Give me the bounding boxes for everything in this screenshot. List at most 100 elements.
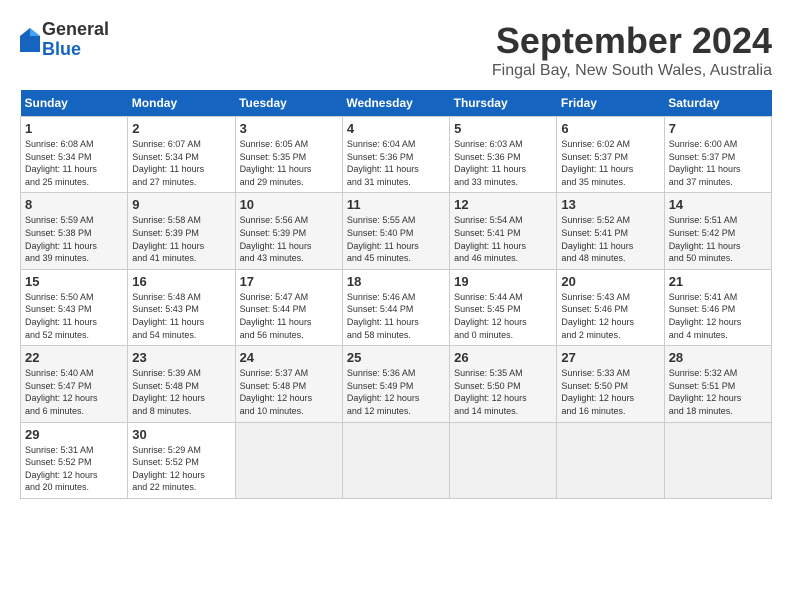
day-detail: Sunrise: 5:47 AM Sunset: 5:44 PM Dayligh… [240, 291, 338, 341]
day-number: 2 [132, 121, 230, 136]
page-subtitle: Fingal Bay, New South Wales, Australia [492, 62, 772, 80]
col-friday: Friday [557, 90, 664, 117]
table-row: 18 Sunrise: 5:46 AM Sunset: 5:44 PM Dayli… [342, 269, 449, 345]
table-row: 29Sunrise: 5:31 AM Sunset: 5:52 PM Dayli… [21, 422, 128, 498]
table-row: 17 Sunrise: 5:47 AM Sunset: 5:44 PM Dayli… [235, 269, 342, 345]
table-row: 8 Sunrise: 5:59 AM Sunset: 5:38 PM Daylig… [21, 193, 128, 269]
day-number: 27 [561, 350, 659, 365]
calendar-row: 8 Sunrise: 5:59 AM Sunset: 5:38 PM Daylig… [21, 193, 772, 269]
col-tuesday: Tuesday [235, 90, 342, 117]
day-number: 12 [454, 197, 552, 212]
day-number: 21 [669, 274, 767, 289]
day-number: 10 [240, 197, 338, 212]
table-row: 2 Sunrise: 6:07 AM Sunset: 5:34 PM Daylig… [128, 117, 235, 193]
day-number: 4 [347, 121, 445, 136]
day-number: 15 [25, 274, 123, 289]
calendar-row: 15 Sunrise: 5:50 AM Sunset: 5:43 PM Dayli… [21, 269, 772, 345]
day-detail: Sunrise: 6:05 AM Sunset: 5:35 PM Dayligh… [240, 138, 338, 188]
table-row [664, 422, 771, 498]
day-detail: Sunrise: 5:59 AM Sunset: 5:38 PM Dayligh… [25, 214, 123, 264]
day-detail: Sunrise: 6:04 AM Sunset: 5:36 PM Dayligh… [347, 138, 445, 188]
table-row: 3Sunrise: 6:05 AM Sunset: 5:35 PM Daylig… [235, 117, 342, 193]
table-row: 28 Sunrise: 5:32 AM Sunset: 5:51 PM Dayli… [664, 346, 771, 422]
calendar-row: 29Sunrise: 5:31 AM Sunset: 5:52 PM Dayli… [21, 422, 772, 498]
day-detail: Sunrise: 5:33 AM Sunset: 5:50 PM Dayligh… [561, 367, 659, 417]
day-detail: Sunrise: 5:58 AM Sunset: 5:39 PM Dayligh… [132, 214, 230, 264]
table-row: 4 Sunrise: 6:04 AM Sunset: 5:36 PM Daylig… [342, 117, 449, 193]
day-detail: Sunrise: 5:39 AM Sunset: 5:48 PM Dayligh… [132, 367, 230, 417]
table-row: 14Sunrise: 5:51 AM Sunset: 5:42 PM Dayli… [664, 193, 771, 269]
day-detail: Sunrise: 5:50 AM Sunset: 5:43 PM Dayligh… [25, 291, 123, 341]
table-row: 24 Sunrise: 5:37 AM Sunset: 5:48 PM Dayli… [235, 346, 342, 422]
day-number: 22 [25, 350, 123, 365]
day-detail: Sunrise: 5:32 AM Sunset: 5:51 PM Dayligh… [669, 367, 767, 417]
title-block: September 2024 Fingal Bay, New South Wal… [492, 20, 772, 80]
day-number: 14 [669, 197, 767, 212]
day-detail: Sunrise: 6:07 AM Sunset: 5:34 PM Dayligh… [132, 138, 230, 188]
page-header: General Blue September 2024 Fingal Bay, … [20, 20, 772, 80]
table-row: 1 Sunrise: 6:08 AM Sunset: 5:34 PM Daylig… [21, 117, 128, 193]
table-row [342, 422, 449, 498]
day-detail: Sunrise: 5:43 AM Sunset: 5:46 PM Dayligh… [561, 291, 659, 341]
day-detail: Sunrise: 5:56 AM Sunset: 5:39 PM Dayligh… [240, 214, 338, 264]
day-detail: Sunrise: 5:41 AM Sunset: 5:46 PM Dayligh… [669, 291, 767, 341]
day-number: 1 [25, 121, 123, 136]
table-row [450, 422, 557, 498]
day-number: 23 [132, 350, 230, 365]
day-number: 28 [669, 350, 767, 365]
day-detail: Sunrise: 5:55 AM Sunset: 5:40 PM Dayligh… [347, 214, 445, 264]
day-detail: Sunrise: 5:35 AM Sunset: 5:50 PM Dayligh… [454, 367, 552, 417]
day-detail: Sunrise: 6:03 AM Sunset: 5:36 PM Dayligh… [454, 138, 552, 188]
table-row: 9 Sunrise: 5:58 AM Sunset: 5:39 PM Daylig… [128, 193, 235, 269]
day-number: 20 [561, 274, 659, 289]
table-row: 19Sunrise: 5:44 AM Sunset: 5:45 PM Dayli… [450, 269, 557, 345]
calendar-row: 22 Sunrise: 5:40 AM Sunset: 5:47 PM Dayli… [21, 346, 772, 422]
day-detail: Sunrise: 5:54 AM Sunset: 5:41 PM Dayligh… [454, 214, 552, 264]
day-number: 26 [454, 350, 552, 365]
day-number: 18 [347, 274, 445, 289]
day-detail: Sunrise: 6:02 AM Sunset: 5:37 PM Dayligh… [561, 138, 659, 188]
logo-text: General Blue [42, 20, 109, 60]
day-detail: Sunrise: 5:29 AM Sunset: 5:52 PM Dayligh… [132, 444, 230, 494]
day-detail: Sunrise: 5:36 AM Sunset: 5:49 PM Dayligh… [347, 367, 445, 417]
table-row: 5 Sunrise: 6:03 AM Sunset: 5:36 PM Daylig… [450, 117, 557, 193]
day-number: 29 [25, 427, 123, 442]
col-monday: Monday [128, 90, 235, 117]
col-sunday: Sunday [21, 90, 128, 117]
day-number: 8 [25, 197, 123, 212]
day-detail: Sunrise: 5:46 AM Sunset: 5:44 PM Dayligh… [347, 291, 445, 341]
day-number: 5 [454, 121, 552, 136]
table-row: 10 Sunrise: 5:56 AM Sunset: 5:39 PM Dayli… [235, 193, 342, 269]
table-row: 13Sunrise: 5:52 AM Sunset: 5:41 PM Dayli… [557, 193, 664, 269]
logo: General Blue [20, 20, 109, 60]
table-row: 7 Sunrise: 6:00 AM Sunset: 5:37 PM Daylig… [664, 117, 771, 193]
day-number: 24 [240, 350, 338, 365]
table-row: 27 Sunrise: 5:33 AM Sunset: 5:50 PM Dayli… [557, 346, 664, 422]
table-row: 20 Sunrise: 5:43 AM Sunset: 5:46 PM Dayli… [557, 269, 664, 345]
day-number: 17 [240, 274, 338, 289]
table-row: 30Sunrise: 5:29 AM Sunset: 5:52 PM Dayli… [128, 422, 235, 498]
calendar-table: Sunday Monday Tuesday Wednesday Thursday… [20, 90, 772, 499]
table-row: 25 Sunrise: 5:36 AM Sunset: 5:49 PM Dayli… [342, 346, 449, 422]
col-thursday: Thursday [450, 90, 557, 117]
day-number: 7 [669, 121, 767, 136]
day-detail: Sunrise: 5:44 AM Sunset: 5:45 PM Dayligh… [454, 291, 552, 341]
table-row: 15 Sunrise: 5:50 AM Sunset: 5:43 PM Dayli… [21, 269, 128, 345]
header-row: Sunday Monday Tuesday Wednesday Thursday… [21, 90, 772, 117]
day-detail: Sunrise: 6:00 AM Sunset: 5:37 PM Dayligh… [669, 138, 767, 188]
table-row: 12 Sunrise: 5:54 AM Sunset: 5:41 PM Dayli… [450, 193, 557, 269]
day-number: 16 [132, 274, 230, 289]
day-detail: Sunrise: 6:08 AM Sunset: 5:34 PM Dayligh… [25, 138, 123, 188]
day-number: 9 [132, 197, 230, 212]
logo-icon [20, 28, 40, 52]
table-row [235, 422, 342, 498]
day-detail: Sunrise: 5:40 AM Sunset: 5:47 PM Dayligh… [25, 367, 123, 417]
table-row: 26 Sunrise: 5:35 AM Sunset: 5:50 PM Dayli… [450, 346, 557, 422]
day-detail: Sunrise: 5:37 AM Sunset: 5:48 PM Dayligh… [240, 367, 338, 417]
table-row: 16 Sunrise: 5:48 AM Sunset: 5:43 PM Dayli… [128, 269, 235, 345]
table-row: 11 Sunrise: 5:55 AM Sunset: 5:40 PM Dayli… [342, 193, 449, 269]
day-number: 25 [347, 350, 445, 365]
calendar-row: 1 Sunrise: 6:08 AM Sunset: 5:34 PM Daylig… [21, 117, 772, 193]
day-number: 11 [347, 197, 445, 212]
day-detail: Sunrise: 5:48 AM Sunset: 5:43 PM Dayligh… [132, 291, 230, 341]
